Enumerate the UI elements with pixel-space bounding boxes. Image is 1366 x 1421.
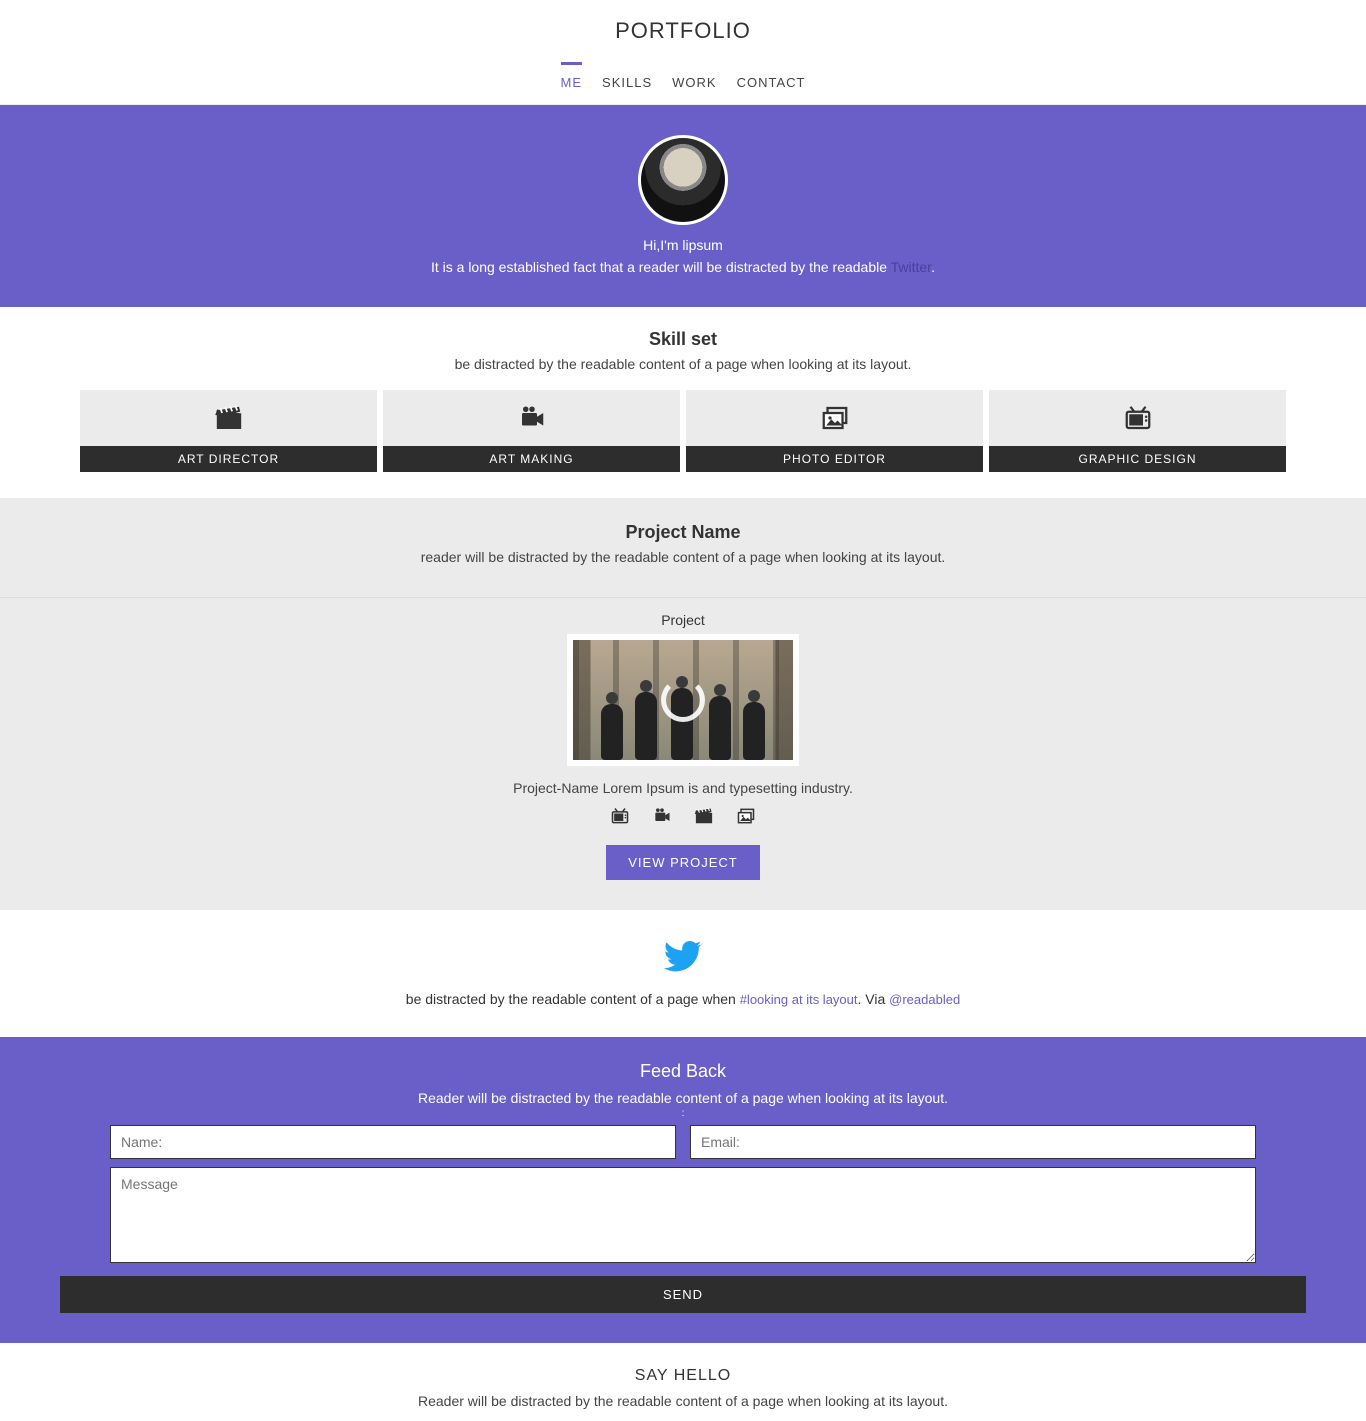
project-thumbnail[interactable] (567, 634, 799, 766)
skill-label: ART DIRECTOR (80, 446, 377, 472)
camera-icon (383, 390, 680, 446)
skill-card: ART MAKING (383, 390, 680, 472)
skill-card: ART DIRECTOR (80, 390, 377, 472)
site-logo: PORTFOLIO (0, 18, 1366, 44)
feedback-section: Feed Back Reader will be distracted by t… (0, 1037, 1366, 1343)
loading-spinner-icon (661, 678, 705, 722)
camera-icon (652, 806, 672, 831)
skill-card: GRAPHIC DESIGN (989, 390, 1286, 472)
projects-section: Project Name reader will be distracted b… (0, 498, 1366, 910)
projects-title: Project Name (0, 498, 1366, 543)
skill-label: PHOTO EDITOR (686, 446, 983, 472)
feedback-colon: : (30, 1108, 1336, 1119)
main-nav: ME SKILLS WORK CONTACT (0, 62, 1366, 105)
hero-twitter-link[interactable]: Twitter (891, 259, 931, 275)
projects-subtitle: reader will be distracted by the readabl… (0, 543, 1366, 583)
hero-section: Hi,I'm lipsum It is a long established f… (0, 105, 1366, 307)
clapper-icon (694, 806, 714, 831)
twitter-icon (663, 936, 703, 976)
clapper-icon (80, 390, 377, 446)
skills-subtitle: be distracted by the readable content of… (0, 350, 1366, 390)
photos-icon (736, 806, 756, 831)
sayhello-subtitle: Reader will be distracted by the readabl… (0, 1385, 1366, 1409)
skills-title: Skill set (0, 307, 1366, 350)
skill-card: PHOTO EDITOR (686, 390, 983, 472)
nav-contact[interactable]: CONTACT (737, 62, 806, 104)
tweet-text: be distracted by the readable content of… (0, 981, 1366, 1007)
view-project-button[interactable]: VIEW PROJECT (606, 845, 760, 880)
hero-greeting: Hi,I'm lipsum (0, 237, 1366, 253)
project-heading: Project (0, 597, 1366, 634)
skill-label: ART MAKING (383, 446, 680, 472)
nav-skills[interactable]: SKILLS (602, 62, 652, 104)
feedback-subtitle: Reader will be distracted by the readabl… (30, 1082, 1336, 1108)
project-tags (0, 806, 1366, 845)
project-description: Project-Name Lorem Ipsum is and typesett… (0, 766, 1366, 806)
sayhello-section: SAY HELLO Reader will be distracted by t… (0, 1343, 1366, 1421)
skills-section: Skill set be distracted by the readable … (0, 307, 1366, 498)
tweet-hashtag-link[interactable]: #looking at its layout (740, 992, 858, 1007)
feedback-title: Feed Back (30, 1061, 1336, 1082)
nav-work[interactable]: WORK (672, 62, 716, 104)
tv-icon (610, 806, 630, 831)
nav-me[interactable]: ME (561, 62, 583, 104)
sayhello-title: SAY HELLO (0, 1367, 1366, 1385)
tweet-section: be distracted by the readable content of… (0, 910, 1366, 1037)
email-field[interactable] (690, 1125, 1256, 1159)
tv-icon (989, 390, 1286, 446)
name-field[interactable] (110, 1125, 676, 1159)
send-button[interactable]: SEND (60, 1276, 1306, 1313)
tweet-handle-link[interactable]: @readabled (889, 992, 960, 1007)
photos-icon (686, 390, 983, 446)
skill-label: GRAPHIC DESIGN (989, 446, 1286, 472)
avatar (638, 135, 728, 225)
hero-text: It is a long established fact that a rea… (0, 259, 1366, 275)
message-field[interactable] (110, 1167, 1256, 1263)
